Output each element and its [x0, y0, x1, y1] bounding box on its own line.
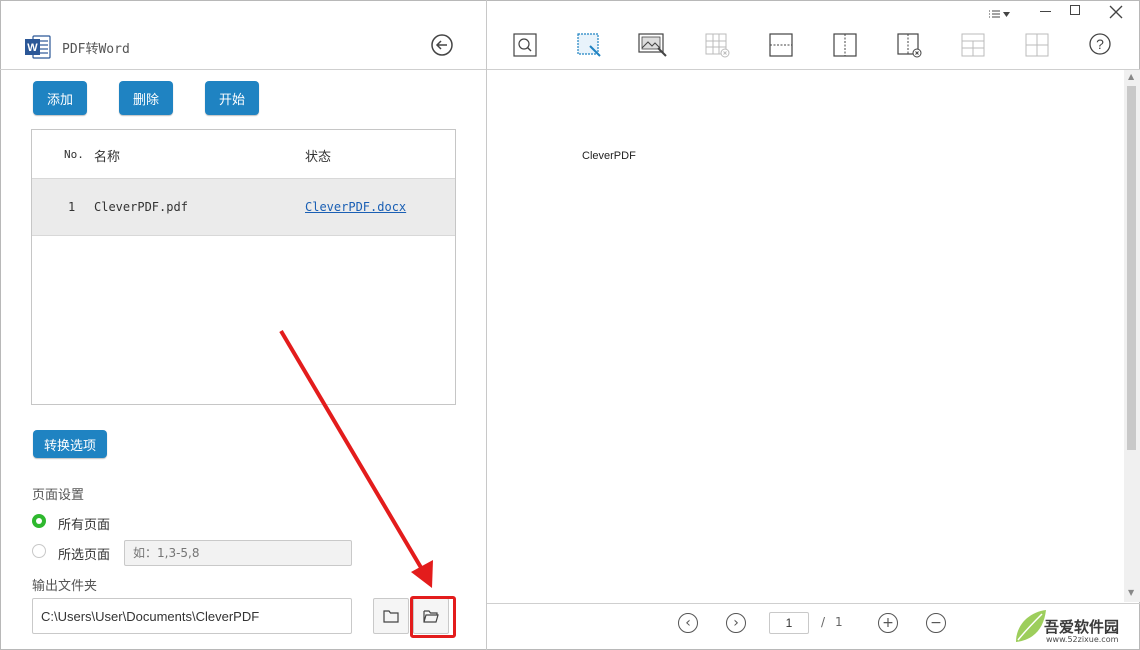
output-folder-heading: 输出文件夹 — [32, 579, 98, 594]
add-column-divider-icon[interactable] — [832, 32, 858, 58]
row-status-link[interactable]: CleverPDF.docx — [305, 200, 406, 214]
page-separator: / — [821, 615, 826, 629]
word-logo-icon: W — [24, 34, 52, 60]
page-total: 1 — [835, 615, 843, 629]
split-cells-icon — [1024, 32, 1050, 58]
next-page-icon[interactable]: › — [726, 613, 746, 633]
toolbar-divider — [487, 69, 1140, 70]
delete-table-icon — [704, 32, 730, 58]
scrollbar-thumb[interactable] — [1127, 86, 1136, 450]
selected-pages-label[interactable]: 所选页面 — [58, 544, 110, 563]
back-icon[interactable] — [431, 34, 453, 56]
previous-page-icon[interactable]: ‹ — [678, 613, 698, 633]
highlight-box — [410, 596, 456, 638]
watermark: 吾爱软件园 www.52zixue.com — [1012, 604, 1138, 648]
start-button[interactable]: 开始 — [205, 81, 259, 115]
remove-divider-icon[interactable] — [896, 32, 922, 58]
table-row[interactable]: 1 CleverPDF.pdf CleverPDF.docx — [32, 178, 455, 236]
minimize-icon[interactable] — [1040, 11, 1051, 12]
annotation-arrow — [279, 329, 433, 588]
folder-icon — [383, 610, 399, 623]
watermark-url: www.52zixue.com — [1046, 635, 1119, 644]
zoom-out-icon[interactable]: − — [926, 613, 946, 633]
header-divider — [0, 69, 486, 70]
row-file-name: CleverPDF.pdf — [94, 200, 188, 214]
zoom-page-icon[interactable] — [512, 32, 538, 58]
all-pages-label[interactable]: 所有页面 — [58, 514, 110, 533]
row-number: 1 — [68, 200, 76, 214]
svg-text:?: ? — [1096, 36, 1104, 52]
selected-pages-radio[interactable] — [32, 544, 46, 558]
delete-button[interactable]: 删除 — [119, 81, 173, 115]
help-icon[interactable]: ? — [1088, 32, 1114, 58]
merge-cells-icon — [960, 32, 986, 58]
all-pages-radio[interactable] — [32, 514, 46, 528]
zoom-in-icon[interactable]: + — [878, 613, 898, 633]
watermark-title: 吾爱软件园 — [1044, 618, 1120, 636]
menu-icon[interactable] — [988, 6, 1012, 18]
select-image-icon[interactable] — [638, 32, 668, 58]
close-icon[interactable] — [1109, 4, 1123, 19]
browse-folder-button[interactable] — [373, 598, 409, 634]
page-settings-heading: 页面设置 — [32, 488, 85, 503]
vertical-scrollbar[interactable]: ▲ ▼ — [1124, 70, 1140, 602]
column-header-no: No. — [64, 148, 84, 161]
page-number-input[interactable]: 1 — [769, 612, 809, 634]
add-button[interactable]: 添加 — [33, 81, 87, 115]
column-header-name: 名称 — [94, 150, 121, 165]
svg-text:W: W — [27, 42, 38, 54]
app-title: PDF转Word — [62, 42, 130, 57]
add-row-divider-icon[interactable] — [768, 32, 794, 58]
maximize-icon[interactable] — [1070, 5, 1080, 15]
select-text-icon[interactable] — [576, 32, 602, 58]
conversion-options-button[interactable]: 转换选项 — [33, 430, 107, 458]
column-header-status: 状态 — [305, 150, 332, 165]
preview-text: CleverPDF — [582, 150, 636, 162]
output-path-field[interactable]: C:\Users\User\Documents\CleverPDF — [32, 598, 352, 634]
